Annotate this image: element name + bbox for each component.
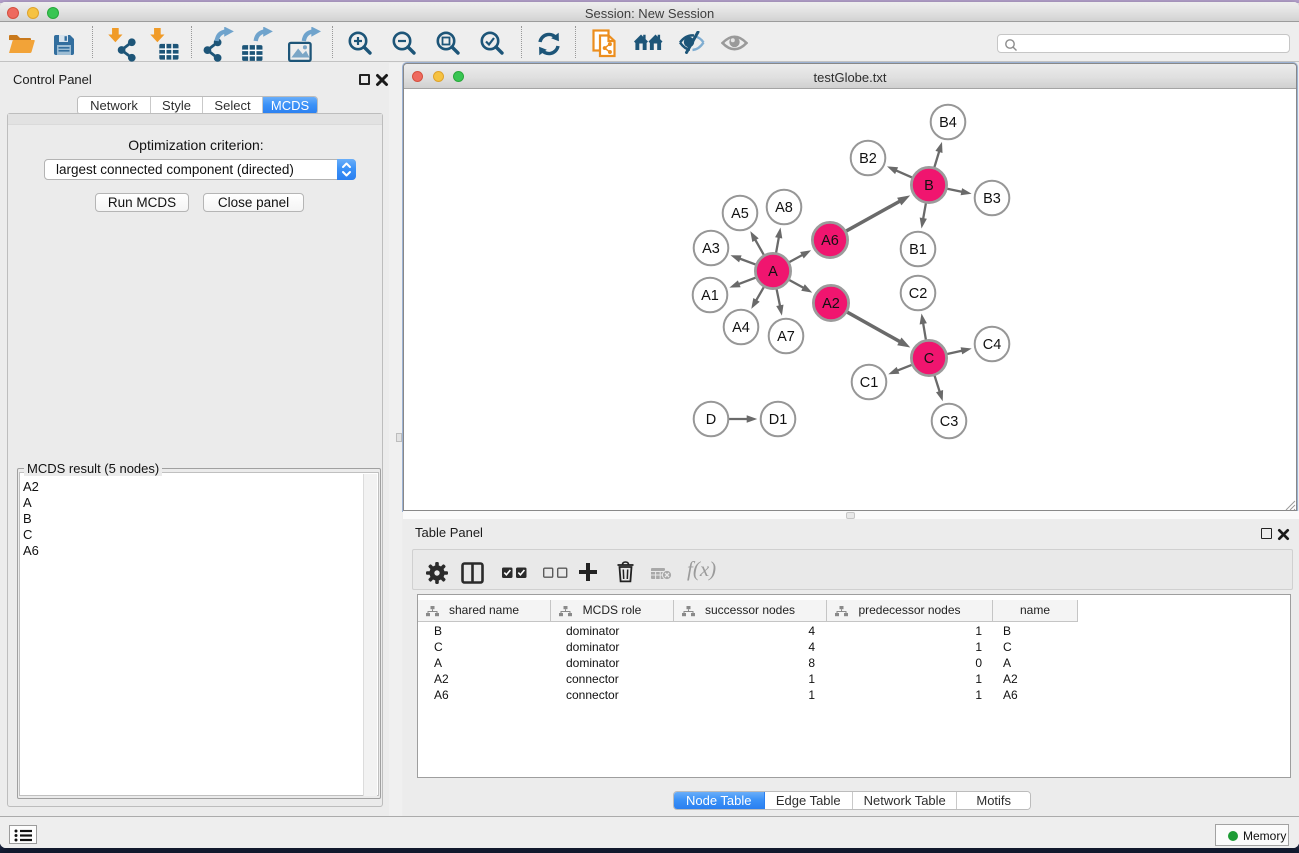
svg-text:A6: A6 [821,233,839,249]
svg-text:C: C [924,351,934,367]
svg-text:D1: D1 [769,412,788,428]
svg-text:A: A [768,264,778,280]
svg-text:A5: A5 [731,206,749,222]
svg-text:B2: B2 [859,151,877,167]
svg-text:B3: B3 [983,191,1001,207]
svg-text:C1: C1 [860,375,879,391]
svg-text:B: B [924,178,934,194]
svg-text:C4: C4 [983,337,1002,353]
svg-text:A4: A4 [732,320,750,336]
svg-text:B1: B1 [909,242,927,258]
svg-text:C3: C3 [940,414,959,430]
svg-text:A2: A2 [822,296,840,312]
svg-text:A1: A1 [701,288,719,304]
svg-text:C2: C2 [909,286,928,302]
svg-text:A3: A3 [702,241,720,257]
svg-text:B4: B4 [939,115,957,131]
svg-text:D: D [706,412,716,428]
svg-text:A8: A8 [775,200,793,216]
svg-text:A7: A7 [777,329,795,345]
